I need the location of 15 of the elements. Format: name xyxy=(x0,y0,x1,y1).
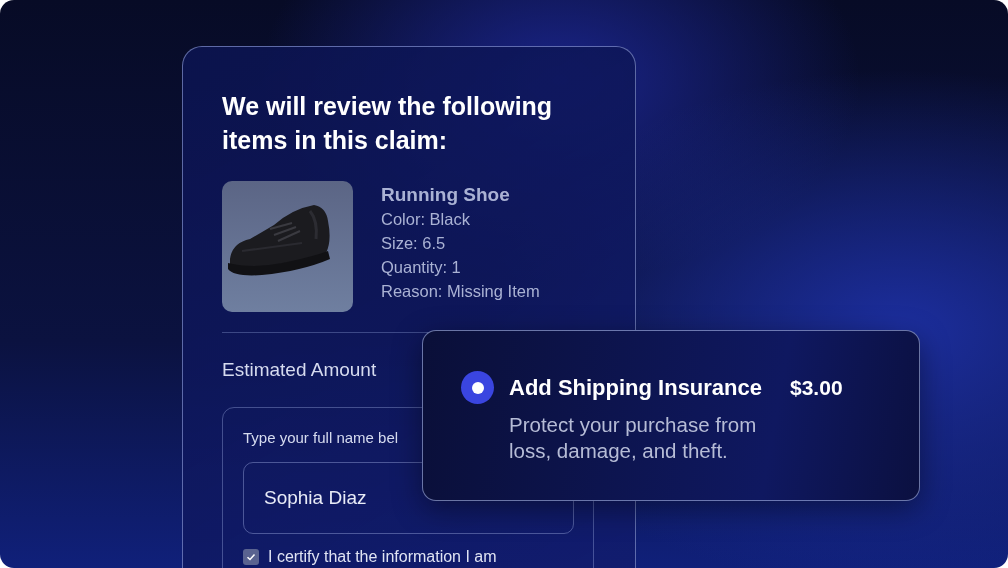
option-title: Add Shipping Insurance xyxy=(509,374,762,401)
checkbox[interactable] xyxy=(243,549,259,565)
product-detail: Size: 6.5 xyxy=(381,233,447,254)
product-detail: Color: Black xyxy=(381,209,471,230)
field-label: Type your full name bel xyxy=(243,428,400,448)
product-detail: Reason: Missing Item xyxy=(381,281,540,302)
section-label: Estimated Amount xyxy=(222,358,378,382)
radio-button[interactable] xyxy=(461,371,494,404)
product-name: Running Shoe xyxy=(381,183,511,207)
checkbox-label: I certify that the information I am xyxy=(268,548,497,566)
card-title: We will review the following items in this claim: xyxy=(222,91,554,156)
option-description: Protect your purchase from loss, damage, and theft. xyxy=(509,412,758,464)
option-price: $3.00 xyxy=(790,375,843,400)
check-icon xyxy=(246,552,256,562)
product-detail: Quantity: 1 xyxy=(381,257,462,278)
